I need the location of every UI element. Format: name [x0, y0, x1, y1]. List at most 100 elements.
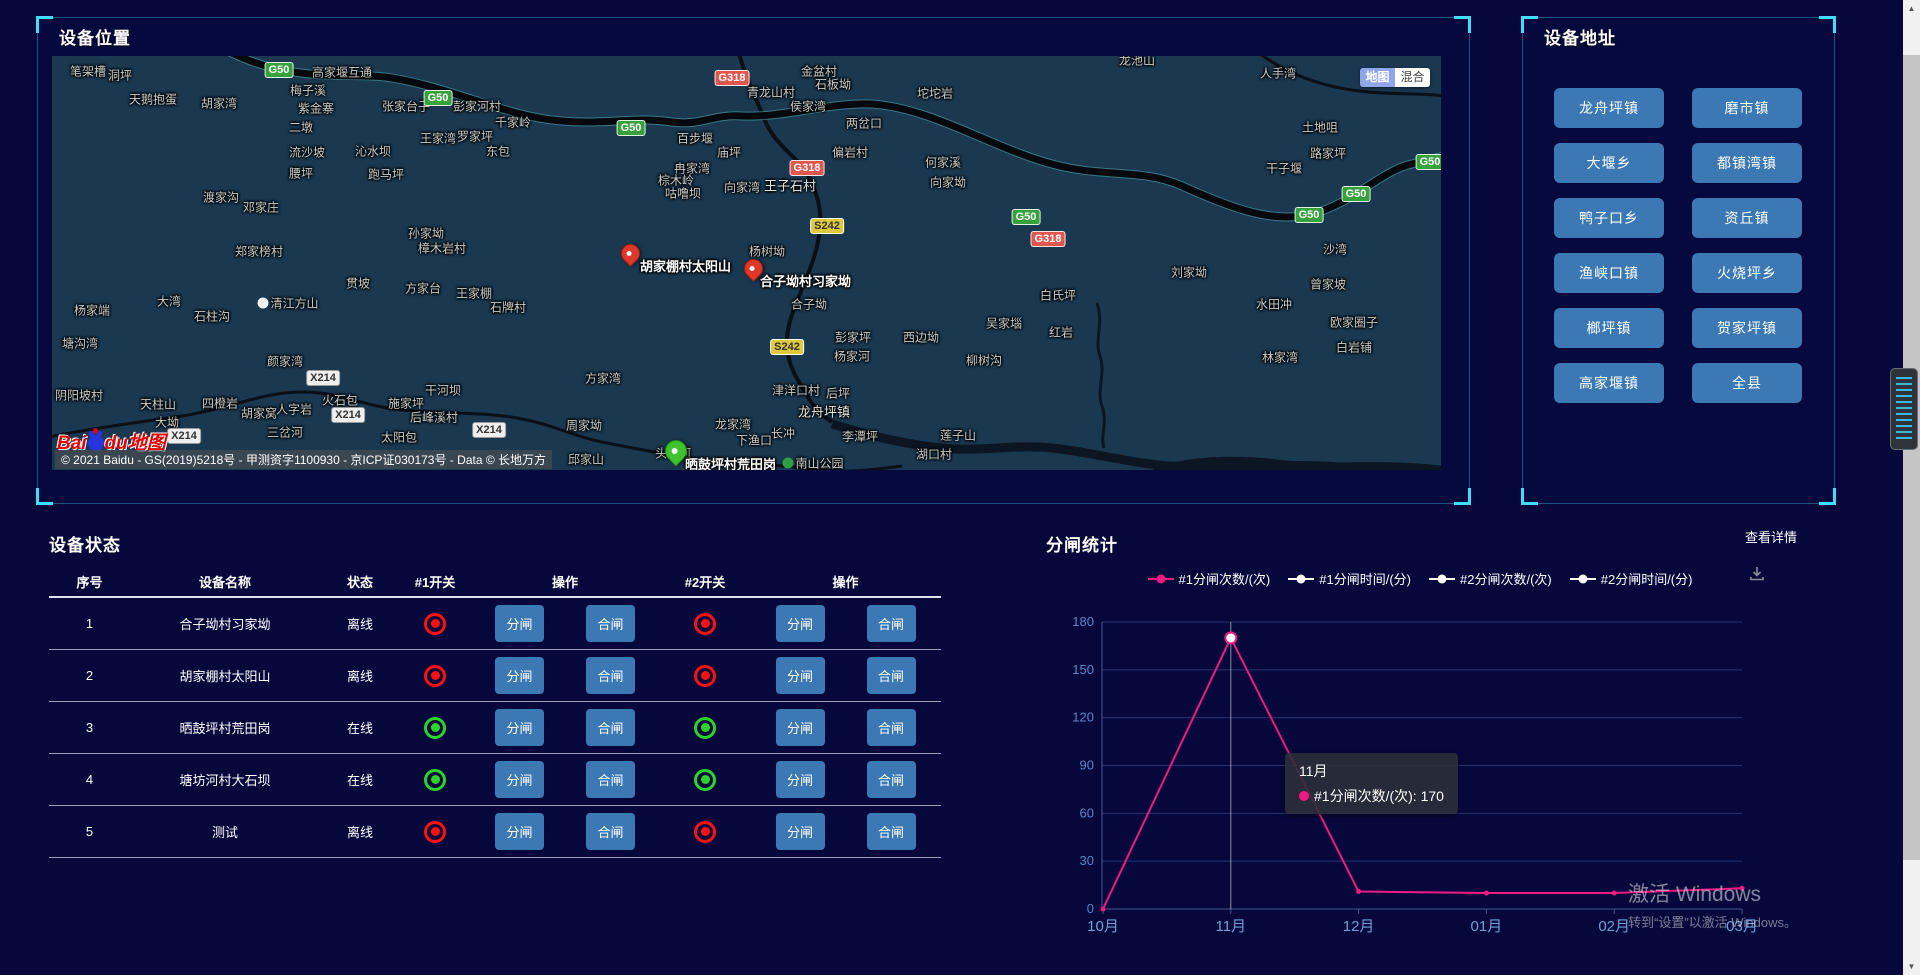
column-header: #2开关 [660, 572, 750, 591]
address-button-grid: 龙舟坪镇磨市镇大堰乡都镇湾镇鸭子口乡资丘镇渔峡口镇火烧坪乡榔坪镇贺家坪镇高家堰镇… [1554, 88, 1802, 403]
column-header: #1开关 [400, 572, 470, 591]
device-status-table: 序号设备名称状态#1开关操作#2开关操作1合子坳村习家坳离线分闸合闸分闸合闸2胡… [49, 566, 941, 858]
row-no: 5 [49, 824, 130, 839]
indicator-dot [431, 619, 440, 628]
switch-indicator-cell [400, 821, 470, 843]
close-switch-button[interactable]: 合闸 [586, 657, 635, 694]
switch-indicator-cell [400, 613, 470, 635]
switch-status-indicator [424, 769, 446, 791]
column-header: 操作 [750, 572, 941, 591]
switch-status-indicator [424, 613, 446, 635]
open-switch-button[interactable]: 分闸 [776, 813, 825, 850]
device-name: 合子坳村习家坳 [130, 614, 320, 633]
address-button[interactable]: 大堰乡 [1554, 143, 1664, 183]
operation-cell: 分闸 合闸 [470, 709, 660, 746]
device-name: 测试 [130, 822, 320, 841]
address-button[interactable]: 全县 [1692, 363, 1802, 403]
scroll-marker-widget [1890, 368, 1918, 450]
open-switch-button[interactable]: 分闸 [776, 709, 825, 746]
device-name: 塘坊河村大石坝 [130, 770, 320, 789]
table-row: 5测试离线 分闸 合闸 分闸 合闸 [49, 806, 941, 858]
view-details-link[interactable]: 查看详情 [1745, 527, 1797, 546]
legend-item[interactable]: #1分闸次数/(次) [1148, 569, 1271, 588]
legend-label: #2分闸时间/(分) [1601, 569, 1693, 588]
column-header: 序号 [49, 572, 130, 591]
table-row: 2胡家棚村太阳山离线分闸合闸分闸合闸 [49, 650, 941, 702]
open-switch-button[interactable]: 分闸 [495, 657, 544, 694]
operation-cell: 分闸 合闸 [750, 761, 941, 798]
svg-text:03月: 03月 [1726, 918, 1758, 935]
indicator-dot [431, 671, 440, 680]
tooltip-series-dot [1299, 791, 1309, 801]
address-button[interactable]: 火烧坪乡 [1692, 253, 1802, 293]
switch-indicator-cell [660, 769, 750, 791]
svg-text:10月: 10月 [1087, 918, 1119, 935]
address-button[interactable]: 渔峡口镇 [1554, 253, 1664, 293]
svg-text:02月: 02月 [1598, 918, 1630, 935]
corner-decor [1521, 488, 1538, 505]
address-button[interactable]: 榔坪镇 [1554, 308, 1664, 348]
device-status: 在线 [320, 718, 400, 737]
switch-status-indicator [424, 717, 446, 739]
address-button[interactable]: 资丘镇 [1692, 198, 1802, 238]
baidu-map[interactable]: 笔架槽洞坪天鹅抱蛋胡家湾高家堰互通梅子溪紫金寨二墩流沙坡沁水坝腰坪跑马坪渡家沟邓… [52, 56, 1441, 470]
close-switch-button[interactable]: 合闸 [867, 813, 916, 850]
scrollbar-up-arrow[interactable]: ▲ [1903, 0, 1920, 17]
indicator-dot [701, 827, 710, 836]
open-switch-button[interactable]: 分闸 [776, 761, 825, 798]
browser-scrollbar[interactable]: ▲ ▼ [1903, 0, 1920, 975]
open-switch-button[interactable]: 分闸 [495, 813, 544, 850]
device-status: 离线 [320, 666, 400, 685]
svg-text:120: 120 [1072, 710, 1094, 725]
chart-tooltip: 11月 #1分闸次数/(次): 170 [1285, 753, 1458, 814]
tooltip-series-value: #1分闸次数/(次): 170 [1314, 788, 1444, 804]
close-switch-button[interactable]: 合闸 [586, 813, 635, 850]
device-status: 在线 [320, 770, 400, 789]
corner-decor [1521, 16, 1538, 33]
address-button[interactable]: 都镇湾镇 [1692, 143, 1802, 183]
open-switch-button[interactable]: 分闸 [495, 761, 544, 798]
row-no: 4 [49, 772, 130, 787]
device-address-panel: 设备地址 龙舟坪镇磨市镇大堰乡都镇湾镇鸭子口乡资丘镇渔峡口镇火烧坪乡榔坪镇贺家坪… [1522, 17, 1835, 504]
legend-item[interactable]: #2分闸次数/(次) [1429, 569, 1552, 588]
legend-item[interactable]: #2分闸时间/(分) [1570, 569, 1693, 588]
open-switch-button[interactable]: 分闸 [776, 605, 825, 642]
address-button[interactable]: 贺家坪镇 [1692, 308, 1802, 348]
device-status: 离线 [320, 822, 400, 841]
legend-label: #1分闸时间/(分) [1319, 569, 1411, 588]
close-switch-button[interactable]: 合闸 [867, 709, 916, 746]
device-name: 晒鼓坪村荒田岗 [130, 718, 320, 737]
open-switch-button[interactable]: 分闸 [776, 657, 825, 694]
close-switch-button[interactable]: 合闸 [586, 605, 635, 642]
address-button[interactable]: 鸭子口乡 [1554, 198, 1664, 238]
close-switch-button[interactable]: 合闸 [586, 761, 635, 798]
chart-legend: #1分闸次数/(次) #1分闸时间/(分) #2分闸次数/(次) #2分闸时间/(分) [1080, 569, 1760, 588]
open-switch-button[interactable]: 分闸 [495, 605, 544, 642]
open-switch-button[interactable]: 分闸 [495, 709, 544, 746]
svg-text:150: 150 [1072, 662, 1094, 677]
scrollbar-thumb[interactable] [1903, 55, 1920, 860]
column-header: 状态 [320, 572, 400, 591]
indicator-dot [701, 619, 710, 628]
address-button[interactable]: 龙舟坪镇 [1554, 88, 1664, 128]
map-type-hybrid-button[interactable]: 混合 [1395, 68, 1430, 87]
indicator-dot [431, 775, 440, 784]
address-button[interactable]: 磨市镇 [1692, 88, 1802, 128]
line-chart[interactable]: 030609012015018010月11月12月01月02月03月 11月 #… [1040, 596, 1820, 961]
switch-indicator-cell [400, 665, 470, 687]
device-name: 胡家棚村太阳山 [130, 666, 320, 685]
close-switch-button[interactable]: 合闸 [586, 709, 635, 746]
legend-marker-icon [1148, 573, 1174, 585]
device-location-title: 设备位置 [59, 24, 131, 49]
scrollbar-down-arrow[interactable]: ▼ [1903, 958, 1920, 975]
indicator-dot [431, 723, 440, 732]
indicator-dot [431, 827, 440, 836]
address-button[interactable]: 高家堰镇 [1554, 363, 1664, 403]
close-switch-button[interactable]: 合闸 [867, 605, 916, 642]
legend-item[interactable]: #1分闸时间/(分) [1288, 569, 1411, 588]
close-switch-button[interactable]: 合闸 [867, 761, 916, 798]
row-no: 1 [49, 616, 130, 631]
corner-decor [36, 16, 53, 33]
map-type-map-button[interactable]: 地图 [1360, 68, 1395, 87]
close-switch-button[interactable]: 合闸 [867, 657, 916, 694]
